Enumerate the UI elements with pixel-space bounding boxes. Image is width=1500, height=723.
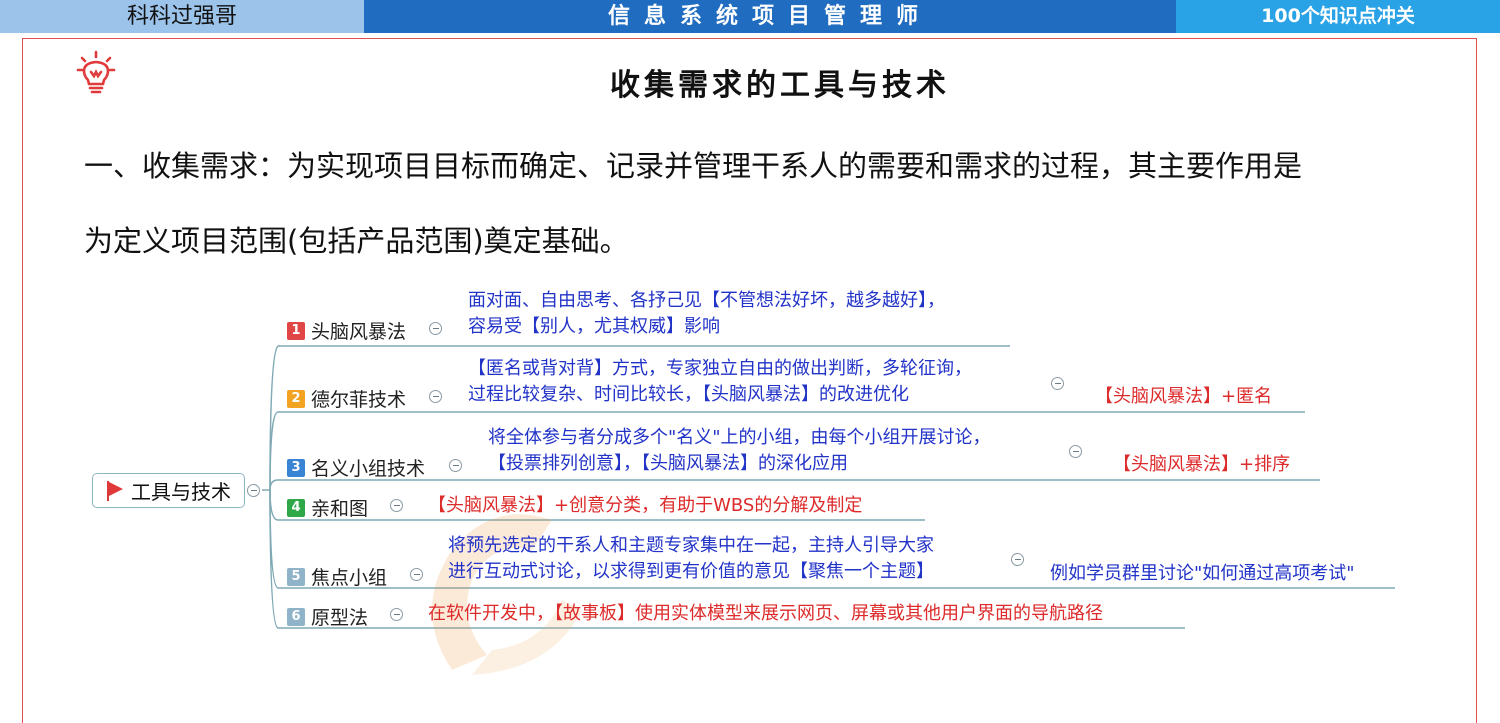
mindmap-branch-1[interactable]: 1 头脑风暴法 — [287, 317, 406, 344]
mindmap: 工具与技术 1 头脑风暴法 面对面、自由思考、各抒己见【不管想法好坏，越多越好】… — [0, 0, 1500, 723]
branch-1-note: 面对面、自由思考、各抒己见【不管想法好坏，越多越好】， 容易受【别人，尤其权威】… — [468, 288, 945, 340]
mindmap-root-node[interactable]: 工具与技术 — [92, 473, 245, 508]
flag-icon — [107, 480, 123, 501]
branch-label: 原型法 — [311, 607, 369, 629]
collapse-circle-icon[interactable] — [429, 322, 442, 335]
collapse-circle-icon[interactable] — [429, 390, 442, 403]
branch-5-note: 将预先选定的干系人和主题专家集中在一起，主持人引导大家 进行互动式讨论，以求得到… — [448, 533, 934, 585]
collapse-circle-icon[interactable] — [449, 459, 462, 472]
branch-label: 头脑风暴法 — [311, 321, 407, 343]
collapse-circle-icon[interactable] — [1011, 553, 1024, 566]
branch-number-badge: 6 — [287, 607, 305, 626]
collapse-circle-icon[interactable] — [247, 484, 260, 497]
branch-2-side-note: 【头脑风暴法】+匿名 — [1095, 386, 1273, 407]
mindmap-branch-4[interactable]: 4 亲和图 — [287, 494, 368, 521]
branch-3-side-note: 【头脑风暴法】+排序 — [1113, 454, 1291, 475]
branch-label: 亲和图 — [311, 498, 369, 520]
branch-5-note-line-2: 进行互动式讨论，以求得到更有价值的意见【聚焦一个主题】 — [448, 561, 934, 582]
branch-1-note-line-2: 容易受【别人，尤其权威】影响 — [468, 316, 720, 337]
mindmap-root-label: 工具与技术 — [131, 480, 231, 504]
branch-3-note-line-1: 将全体参与者分成多个"名义"上的小组，由每个小组开展讨论， — [488, 427, 991, 448]
branch-label: 名义小组技术 — [311, 458, 426, 480]
branch-4-note-line-1: 【头脑风暴法】+创意分类，有助于WBS的分解及制定 — [428, 495, 863, 516]
branch-1-note-line-1: 面对面、自由思考、各抒己见【不管想法好坏，越多越好】， — [468, 290, 945, 311]
branch-number-badge: 5 — [287, 567, 305, 586]
collapse-circle-icon[interactable] — [390, 608, 403, 621]
branch-5-side-note: 例如学员群里讨论"如何通过高项考试" — [1050, 563, 1355, 584]
collapse-circle-icon[interactable] — [410, 568, 423, 581]
branch-4-note: 【头脑风暴法】+创意分类，有助于WBS的分解及制定 — [428, 493, 862, 519]
branch-2-note-line-2: 过程比较复杂、时间比较长，【头脑风暴法】的改进优化 — [468, 384, 909, 405]
branch-5-note-line-1: 将预先选定的干系人和主题专家集中在一起，主持人引导大家 — [448, 535, 934, 556]
branch-2-note: 【匿名或背对背】方式，专家独立自由的做出判断，多轮征询， 过程比较复杂、时间比较… — [468, 356, 972, 408]
branch-number-badge: 4 — [287, 498, 305, 517]
branch-number-badge: 1 — [287, 321, 305, 340]
collapse-circle-icon[interactable] — [1051, 377, 1064, 390]
branch-6-note: 在软件开发中，【故事板】使用实体模型来展示网页、屏幕或其他用户界面的导航路径 — [428, 601, 1103, 627]
collapse-circle-icon[interactable] — [1069, 445, 1082, 458]
mindmap-branch-6[interactable]: 6 原型法 — [287, 603, 368, 630]
branch-3-note-line-2: 【投票排列创意】，【头脑风暴法】的深化应用 — [488, 453, 848, 474]
mindmap-branch-3[interactable]: 3 名义小组技术 — [287, 454, 425, 481]
branch-number-badge: 3 — [287, 458, 305, 477]
branch-label: 德尔菲技术 — [311, 389, 407, 411]
branch-3-note: 将全体参与者分成多个"名义"上的小组，由每个小组开展讨论， 【投票排列创意】，【… — [488, 425, 991, 477]
mindmap-branch-5[interactable]: 5 焦点小组 — [287, 563, 387, 590]
branch-6-note-line-1: 在软件开发中，【故事板】使用实体模型来展示网页、屏幕或其他用户界面的导航路径 — [428, 603, 1103, 624]
branch-number-badge: 2 — [287, 389, 305, 408]
collapse-circle-icon[interactable] — [390, 499, 403, 512]
branch-label: 焦点小组 — [311, 567, 388, 589]
mindmap-branch-2[interactable]: 2 德尔菲技术 — [287, 385, 406, 412]
branch-2-note-line-1: 【匿名或背对背】方式，专家独立自由的做出判断，多轮征询， — [468, 358, 972, 379]
